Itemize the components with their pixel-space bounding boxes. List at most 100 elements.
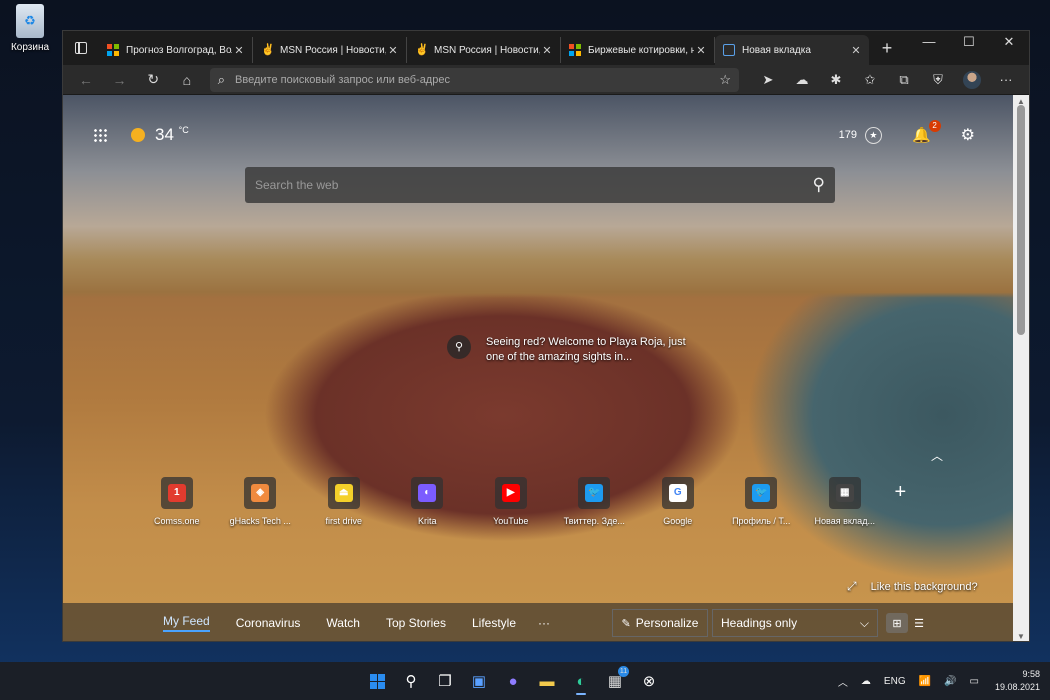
onedrive-cloud-icon[interactable]: ☁ bbox=[861, 676, 871, 687]
rewards-points[interactable]: 179 bbox=[839, 129, 857, 141]
image-caption[interactable]: ⚲ Seeing red? Welcome to Playa Roja, jus… bbox=[447, 335, 691, 365]
quick-link[interactable]: ◐ Krita bbox=[386, 477, 470, 526]
tab-actions-button[interactable] bbox=[63, 31, 99, 65]
xbox-icon[interactable]: ⊗ bbox=[632, 666, 666, 696]
edge-icon[interactable]: ◐ bbox=[564, 666, 598, 696]
collapse-chevron-icon[interactable]: ︿ bbox=[931, 447, 943, 464]
tab[interactable]: ✌ MSN Россия | Новости, с ✕ bbox=[407, 37, 561, 63]
tab-close-icon[interactable]: ✕ bbox=[849, 44, 863, 57]
tab-close-icon[interactable]: ✕ bbox=[540, 44, 554, 57]
google-icon: G bbox=[668, 484, 687, 502]
quick-link[interactable]: ▶ YouTube bbox=[469, 477, 553, 526]
favorites-icon[interactable]: ✩ bbox=[853, 67, 887, 93]
feed-tab-top-stories[interactable]: Top Stories bbox=[386, 616, 446, 630]
scroll-down-icon[interactable]: ▼ bbox=[1013, 632, 1029, 641]
tab-active[interactable]: Новая вкладка ✕ bbox=[715, 35, 869, 65]
expand-icon: ⤢ bbox=[847, 579, 857, 593]
collections-icon[interactable]: ⧉ bbox=[887, 67, 921, 93]
quick-link[interactable]: 1 Comss.one bbox=[135, 477, 219, 526]
youtube-icon: ▶ bbox=[501, 484, 520, 502]
show-hidden-icons-chevron-icon[interactable]: ︿ bbox=[838, 674, 848, 689]
feed-tab-watch[interactable]: Watch bbox=[326, 616, 360, 630]
like-background-link[interactable]: ⤢ Like this background? bbox=[847, 579, 978, 594]
start-button[interactable] bbox=[360, 666, 394, 696]
microsoft-icon bbox=[569, 44, 581, 56]
vertical-scrollbar[interactable]: ▲ ▼ bbox=[1013, 95, 1029, 641]
quick-link-tile: 1 bbox=[160, 477, 193, 509]
recycle-bin-label: Корзина bbox=[10, 42, 50, 53]
grid-view-icon[interactable]: ⊞ bbox=[886, 613, 909, 633]
quick-link-label: Новая вклад... bbox=[814, 516, 875, 526]
back-button[interactable]: ← bbox=[69, 67, 103, 93]
layout-select[interactable]: Headings only ⌵ bbox=[712, 609, 879, 637]
widgets-icon[interactable]: ▣ bbox=[462, 666, 496, 696]
task-view-icon[interactable]: ❐ bbox=[428, 666, 462, 696]
pencil-icon: ✎ bbox=[621, 617, 631, 630]
personalize-button[interactable]: ✎ Personalize bbox=[612, 609, 709, 637]
microsoft-store-icon[interactable]: ▦ 11 bbox=[598, 666, 632, 696]
add-quick-link-button[interactable]: + bbox=[895, 481, 925, 526]
web-search-box[interactable]: Search the web ⚲ bbox=[245, 167, 835, 203]
taskbar-search-icon[interactable]: ⚲ bbox=[394, 666, 428, 696]
quick-link-label: YouTube bbox=[493, 516, 529, 526]
list-view-icon[interactable]: ☰ bbox=[908, 613, 930, 633]
maximize-button[interactable]: ☐ bbox=[949, 31, 989, 57]
extension-arrow-icon[interactable]: ➤ bbox=[751, 67, 785, 93]
cloud-icon[interactable]: ☁ bbox=[785, 67, 819, 93]
profile-button[interactable] bbox=[955, 67, 989, 93]
language-indicator[interactable]: ENG bbox=[884, 676, 906, 687]
battery-icon[interactable]: ▭ bbox=[970, 676, 979, 687]
scrollbar-thumb[interactable] bbox=[1017, 105, 1025, 335]
file-explorer-icon[interactable]: ▬ bbox=[530, 666, 564, 696]
add-favorite-icon[interactable]: ☆ bbox=[719, 72, 731, 88]
search-icon[interactable]: ⚲ bbox=[813, 175, 825, 195]
forward-button[interactable]: → bbox=[103, 67, 137, 93]
tab-actions-icon bbox=[75, 42, 87, 54]
tab[interactable]: Биржевые котировки, н ✕ bbox=[561, 37, 715, 63]
tab-close-icon[interactable]: ✕ bbox=[386, 44, 400, 57]
quick-link[interactable]: ▦ Новая вклад... bbox=[803, 477, 887, 526]
home-button[interactable]: ⌂ bbox=[170, 67, 204, 93]
layout-select-value: Headings only bbox=[721, 616, 798, 630]
page-icon: ▦ bbox=[835, 484, 854, 502]
notifications-bell-icon[interactable]: 🔔 2 bbox=[912, 120, 941, 144]
tab[interactable]: Прогноз Волгоград, Вол ✕ bbox=[99, 37, 253, 63]
settings-menu-button[interactable]: ··· bbox=[989, 67, 1023, 93]
temperature-value: 34 bbox=[155, 125, 174, 144]
close-window-button[interactable]: ✕ bbox=[989, 31, 1029, 57]
clock[interactable]: 9:58 19.08.2021 bbox=[995, 668, 1040, 694]
weather-temperature[interactable]: 34 °C bbox=[155, 125, 189, 145]
quick-link[interactable]: ⏏ first drive bbox=[302, 477, 386, 526]
volume-icon[interactable]: 🔊 bbox=[944, 676, 956, 687]
minimize-button[interactable]: — bbox=[909, 31, 949, 57]
personalize-label: Personalize bbox=[635, 616, 699, 630]
page-settings-gear-icon[interactable]: ⚙ bbox=[961, 125, 975, 145]
feed-tab-my-feed[interactable]: My Feed bbox=[163, 614, 210, 632]
new-tab-button[interactable]: + bbox=[873, 38, 901, 59]
more-feed-tabs-button[interactable]: ··· bbox=[538, 616, 550, 630]
tab-close-icon[interactable]: ✕ bbox=[694, 44, 708, 57]
quick-link[interactable]: 🐦 Профиль / Т... bbox=[720, 477, 804, 526]
sun-icon bbox=[131, 128, 145, 142]
image-search-icon[interactable]: ⚲ bbox=[447, 335, 471, 359]
feed-tab-coronavirus[interactable]: Coronavirus bbox=[236, 616, 301, 630]
quick-link[interactable]: G Google bbox=[636, 477, 720, 526]
quick-link[interactable]: 🐦 Твиттер. Зде... bbox=[553, 477, 637, 526]
quick-link[interactable]: ◈ gHacks Tech ... bbox=[219, 477, 303, 526]
rewards-medal-icon[interactable]: ★ bbox=[864, 126, 882, 144]
recycle-bin[interactable]: Корзина bbox=[8, 4, 52, 53]
tab-close-icon[interactable]: ✕ bbox=[232, 44, 246, 57]
tab[interactable]: ✌ MSN Россия | Новости, с ✕ bbox=[253, 37, 407, 63]
refresh-button[interactable]: ↻ bbox=[136, 67, 170, 93]
address-bar[interactable]: ⌕ Введите поисковый запрос или веб-адрес… bbox=[209, 67, 739, 92]
feed-tab-lifestyle[interactable]: Lifestyle bbox=[472, 616, 516, 630]
teams-chat-icon[interactable]: ● bbox=[496, 666, 530, 696]
wifi-icon[interactable]: 📶 bbox=[919, 676, 931, 687]
search-icon: ⌕ bbox=[217, 71, 226, 87]
recycle-bin-icon bbox=[16, 4, 44, 38]
extensions-icon[interactable]: ✱ bbox=[819, 67, 853, 93]
browser-essentials-icon[interactable]: ⛨ bbox=[921, 67, 955, 93]
apps-launcher-icon[interactable] bbox=[93, 128, 107, 142]
quick-link-label: first drive bbox=[325, 516, 362, 526]
tab-title: MSN Россия | Новости, с bbox=[280, 44, 386, 56]
